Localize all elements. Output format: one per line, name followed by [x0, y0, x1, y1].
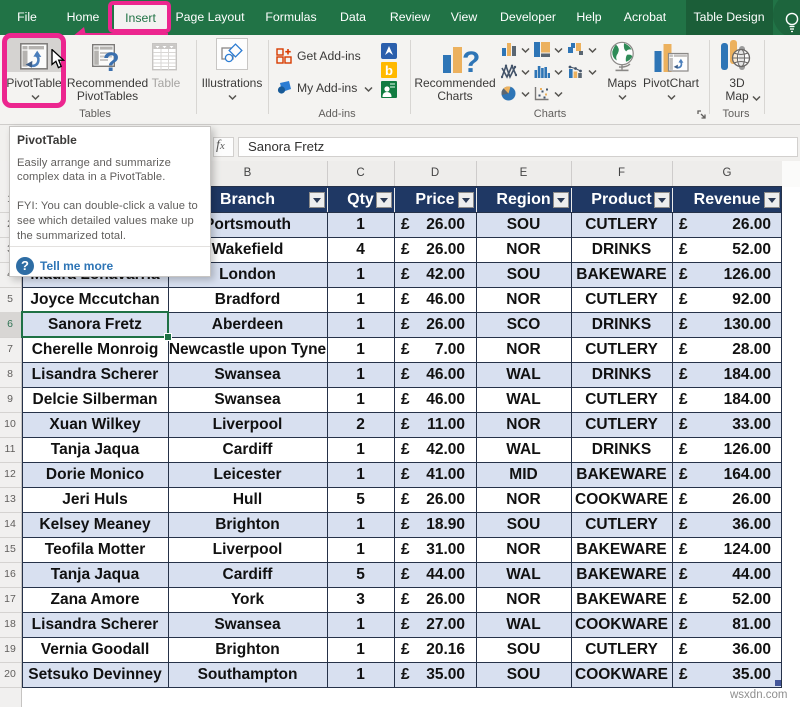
- svg-text:b: b: [385, 63, 393, 78]
- svg-text:?: ?: [462, 46, 480, 76]
- svg-text:?: ?: [103, 47, 120, 74]
